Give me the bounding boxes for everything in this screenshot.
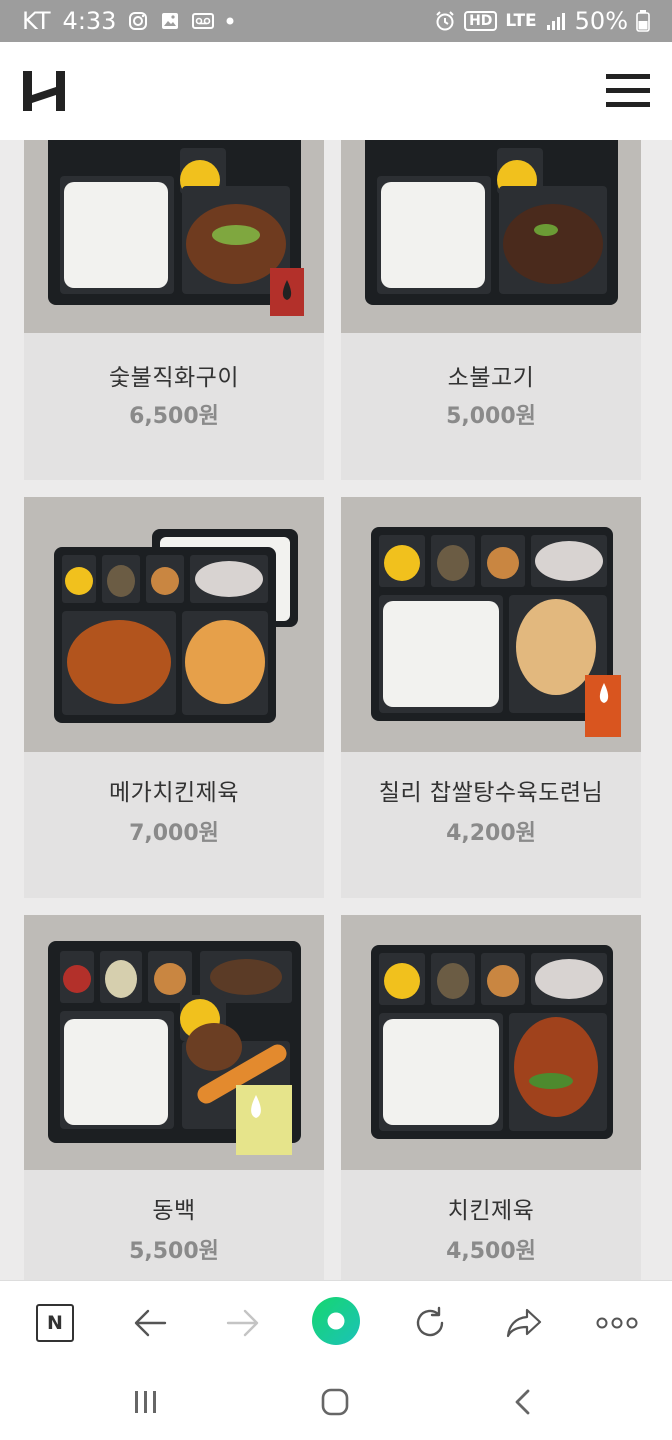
browser-toolbar: N	[0, 1280, 672, 1362]
product-card[interactable]: 동백 5,500원	[24, 915, 324, 1280]
home-icon[interactable]	[315, 1382, 355, 1422]
notification-dot-icon	[226, 17, 234, 25]
product-name: 숯불직화구이	[109, 365, 239, 391]
product-image[interactable]	[24, 497, 324, 752]
product-name: 칠리 찹쌀탕수육도련님	[378, 780, 604, 806]
naver-label: N	[36, 1304, 74, 1342]
naver-home-icon[interactable]: N	[33, 1301, 77, 1345]
product-card[interactable]: 숯불직화구이 6,500원	[24, 140, 324, 480]
product-name: 소불고기	[447, 365, 535, 391]
product-price: 6,500원	[129, 404, 219, 429]
carrier: KT	[22, 7, 51, 35]
status-bar: KT 4:33 HD LTE 50%	[0, 0, 672, 42]
product-list: 숯불직화구이 6,500원 소불고기 5,000원 메가치킨제육 7,000원 …	[0, 140, 672, 1280]
instagram-icon	[128, 11, 148, 31]
clock: 4:33	[62, 7, 117, 35]
product-image[interactable]	[341, 140, 641, 333]
voicemail-icon	[192, 12, 215, 30]
product-name: 치킨제육	[447, 1198, 535, 1224]
product-image[interactable]	[341, 497, 641, 752]
green-home-icon[interactable]	[311, 1296, 361, 1346]
hd-badge: HD	[464, 11, 498, 31]
signal-icon	[545, 11, 567, 31]
product-card[interactable]: 치킨제육 4,500원	[341, 915, 641, 1280]
product-image[interactable]	[24, 140, 324, 333]
product-card[interactable]: 메가치킨제육 7,000원	[24, 497, 324, 898]
app-header	[0, 42, 672, 140]
recent-apps-icon[interactable]	[126, 1382, 166, 1422]
product-image[interactable]	[24, 915, 324, 1170]
hamburger-icon[interactable]	[606, 72, 650, 110]
product-card[interactable]: 소불고기 5,000원	[341, 140, 641, 480]
refresh-icon[interactable]	[408, 1301, 452, 1345]
gallery-icon	[160, 11, 180, 31]
product-card[interactable]: 칠리 찹쌀탕수육도련님 4,200원	[341, 497, 641, 898]
h-logo-icon[interactable]	[22, 69, 66, 113]
product-price: 5,000원	[446, 404, 536, 429]
product-price: 5,500원	[129, 1239, 219, 1264]
battery-icon	[636, 10, 650, 32]
alarm-icon	[434, 10, 456, 32]
product-name: 동백	[152, 1198, 196, 1224]
back-icon[interactable]	[503, 1382, 543, 1422]
share-icon[interactable]	[502, 1301, 546, 1345]
battery-percent: 50%	[574, 7, 628, 35]
back-arrow-icon[interactable]	[128, 1301, 172, 1345]
product-name: 메가치킨제육	[109, 780, 239, 806]
product-price: 4,500원	[446, 1239, 536, 1264]
product-price: 4,200원	[446, 821, 536, 846]
forward-arrow-icon[interactable]	[221, 1301, 265, 1345]
more-icon[interactable]	[594, 1301, 640, 1345]
product-price: 7,000원	[129, 821, 219, 846]
system-nav-bar	[0, 1362, 672, 1440]
product-image[interactable]	[341, 915, 641, 1170]
network-type: LTE	[505, 11, 537, 31]
